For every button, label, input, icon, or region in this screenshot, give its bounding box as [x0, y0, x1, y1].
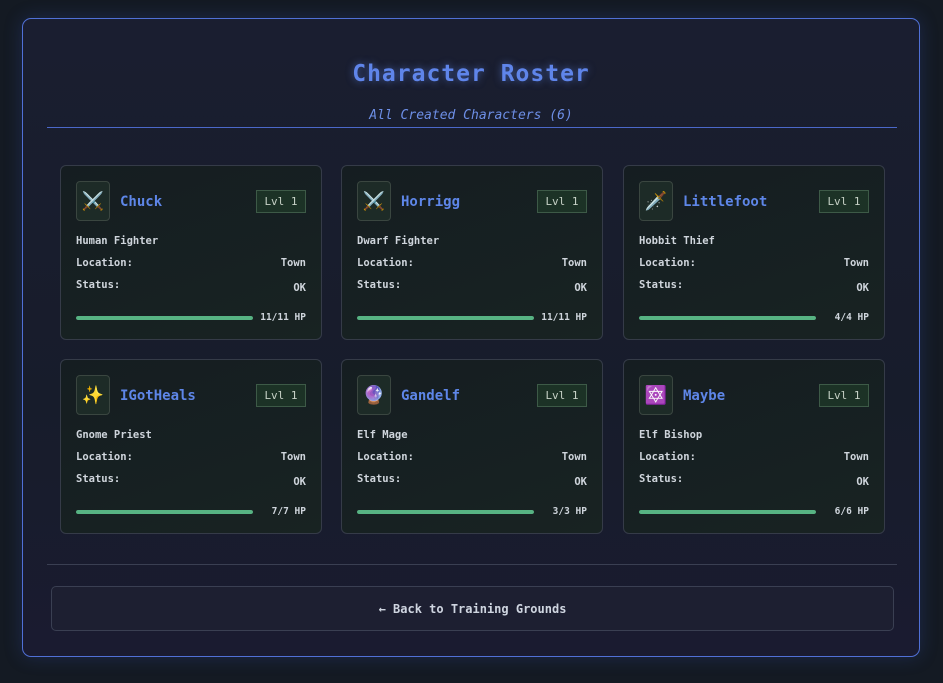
status-value: OK — [856, 282, 869, 294]
status-label: Status: — [76, 279, 121, 291]
location-value: Town — [843, 451, 869, 463]
status-label: Status: — [357, 473, 402, 485]
location-value: Town — [280, 451, 306, 463]
roster-panel: Character Roster All Created Characters … — [22, 18, 920, 657]
status-value: OK — [574, 476, 587, 488]
hp-text: 4/4 HP — [834, 312, 869, 323]
page-title: Character Roster — [352, 61, 590, 87]
location-label: Location: — [76, 257, 133, 269]
location-label: Location: — [357, 451, 414, 463]
hp-bar — [76, 316, 253, 320]
location-value: Town — [843, 257, 869, 269]
hp-text: 7/7 HP — [271, 506, 306, 517]
character-card[interactable]: 🔮 Gandelf Lvl 1 Elf Mage Location: Town … — [341, 359, 603, 534]
status-row: Status: OK — [76, 279, 306, 299]
location-label: Location: — [639, 257, 696, 269]
hp-bar — [639, 510, 816, 514]
page-subtitle: All Created Characters (6) — [369, 108, 573, 123]
location-label: Location: — [76, 451, 133, 463]
location-label: Location: — [357, 257, 414, 269]
star-of-david-icon: 🔯 — [639, 375, 673, 415]
race-class: Dwarf Fighter — [357, 235, 440, 247]
status-label: Status: — [639, 473, 684, 485]
location-label: Location: — [639, 451, 696, 463]
level-badge: Lvl 1 — [537, 384, 587, 407]
character-name: Maybe — [683, 388, 726, 404]
hp-text: 6/6 HP — [834, 506, 869, 517]
crystal-ball-icon: 🔮 — [357, 375, 391, 415]
back-to-training-grounds-button[interactable]: ← Back to Training Grounds — [51, 586, 894, 631]
status-value: OK — [574, 282, 587, 294]
character-card[interactable]: ⚔️ Horrigg Lvl 1 Dwarf Fighter Location:… — [341, 165, 603, 340]
character-card[interactable]: ⚔️ Chuck Lvl 1 Human Fighter Location: T… — [60, 165, 322, 340]
status-label: Status: — [76, 473, 121, 485]
hp-text: 11/11 HP — [260, 312, 306, 323]
header-divider — [47, 127, 897, 128]
hp-bar — [76, 510, 253, 514]
level-badge: Lvl 1 — [819, 384, 869, 407]
character-name: Gandelf — [401, 388, 461, 404]
character-card[interactable]: 🗡️ Littlefoot Lvl 1 Hobbit Thief Locatio… — [623, 165, 885, 340]
character-name: IGotHeals — [120, 388, 196, 404]
character-name: Littlefoot — [683, 194, 768, 210]
hp-bar-fill — [76, 510, 253, 514]
character-card[interactable]: 🔯 Maybe Lvl 1 Elf Bishop Location: Town … — [623, 359, 885, 534]
race-class: Human Fighter — [76, 235, 159, 247]
location-value: Town — [280, 257, 306, 269]
level-badge: Lvl 1 — [256, 384, 306, 407]
hp-bar — [639, 316, 816, 320]
level-badge: Lvl 1 — [537, 190, 587, 213]
location-value: Town — [561, 451, 587, 463]
status-row: Status: OK — [357, 473, 587, 493]
status-label: Status: — [357, 279, 402, 291]
status-row: Status: OK — [357, 279, 587, 299]
hp-bar-fill — [639, 316, 816, 320]
race-class: Hobbit Thief — [639, 235, 715, 247]
hp-bar — [357, 510, 534, 514]
race-class: Elf Mage — [357, 429, 408, 441]
hp-text: 11/11 HP — [541, 312, 587, 323]
status-row: Status: OK — [76, 473, 306, 493]
crossed-swords-icon: ⚔️ — [357, 181, 391, 221]
status-row: Status: OK — [639, 279, 869, 299]
status-value: OK — [293, 282, 306, 294]
status-value: OK — [856, 476, 869, 488]
hp-bar-fill — [76, 316, 253, 320]
character-card[interactable]: ✨ IGotHeals Lvl 1 Gnome Priest Location:… — [60, 359, 322, 534]
character-name: Horrigg — [401, 194, 461, 210]
level-badge: Lvl 1 — [819, 190, 869, 213]
hp-text: 3/3 HP — [552, 506, 587, 517]
footer-divider — [47, 564, 897, 565]
status-row: Status: OK — [639, 473, 869, 493]
sparkles-icon: ✨ — [76, 375, 110, 415]
hp-bar-fill — [639, 510, 816, 514]
hp-bar-fill — [357, 316, 534, 320]
crossed-swords-icon: ⚔️ — [76, 181, 110, 221]
status-value: OK — [293, 476, 306, 488]
status-label: Status: — [639, 279, 684, 291]
character-name: Chuck — [120, 194, 163, 210]
level-badge: Lvl 1 — [256, 190, 306, 213]
race-class: Gnome Priest — [76, 429, 152, 441]
hp-bar — [357, 316, 534, 320]
dagger-icon: 🗡️ — [639, 181, 673, 221]
location-value: Town — [561, 257, 587, 269]
hp-bar-fill — [357, 510, 534, 514]
race-class: Elf Bishop — [639, 429, 703, 441]
